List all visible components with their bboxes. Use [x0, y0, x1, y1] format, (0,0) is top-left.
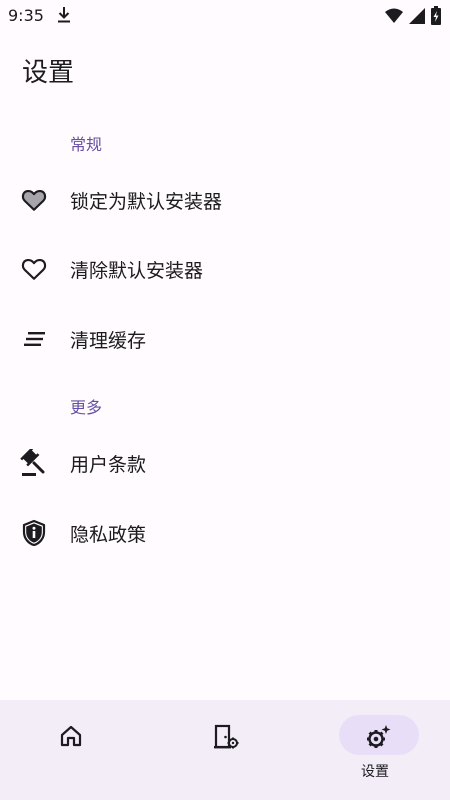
battery-icon	[430, 6, 442, 30]
gavel-icon	[20, 449, 48, 476]
setting-clear-default-installer[interactable]: 清除默认安装器	[0, 237, 450, 301]
download-icon	[56, 6, 72, 28]
door-settings-icon	[212, 723, 239, 749]
clear-all-icon	[20, 327, 48, 351]
settings-sparkle-icon	[364, 723, 391, 749]
home-icon	[58, 723, 84, 749]
setting-user-terms[interactable]: 用户条款	[0, 431, 450, 495]
status-time: 9:35	[8, 6, 44, 25]
heart-filled-icon	[20, 188, 48, 212]
nav-item-settings[interactable]: 设置	[300, 700, 450, 800]
status-bar: 9:35	[0, 0, 450, 32]
setting-label: 清除默认安装器	[70, 260, 204, 282]
setting-label: 隐私政策	[70, 524, 147, 546]
heart-outline-icon	[20, 257, 48, 281]
page-title: 设置	[22, 58, 75, 88]
shield-info-icon	[20, 519, 48, 547]
setting-lock-default-installer[interactable]: 锁定为默认安装器	[0, 168, 450, 232]
setting-label: 清理缓存	[70, 330, 147, 352]
signal-icon	[408, 7, 426, 29]
nav-item-home[interactable]	[0, 700, 150, 800]
section-header-more: 更多	[70, 398, 103, 417]
wifi-icon	[384, 7, 404, 29]
section-header-general: 常规	[70, 135, 103, 154]
setting-label: 用户条款	[70, 454, 147, 476]
nav-label-settings: 设置	[361, 764, 389, 780]
setting-privacy-policy[interactable]: 隐私政策	[0, 501, 450, 565]
status-icons	[384, 6, 442, 30]
nav-item-door-settings[interactable]	[150, 700, 300, 800]
bottom-navigation: 设置	[0, 700, 450, 800]
setting-clear-cache[interactable]: 清理缓存	[0, 307, 450, 371]
setting-label: 锁定为默认安装器	[70, 191, 223, 213]
